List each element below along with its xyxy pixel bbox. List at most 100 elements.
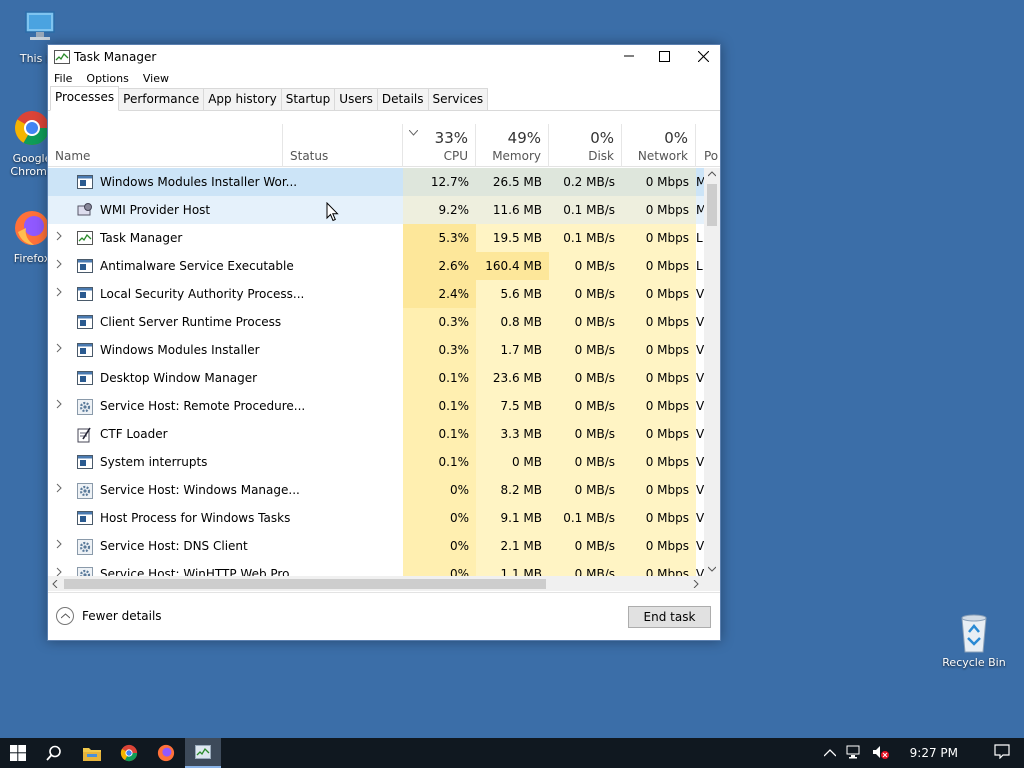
vertical-scroll-thumb[interactable] [707,184,717,226]
disk-total: 0% [590,129,614,147]
minimize-button[interactable] [610,45,648,67]
taskbar: 9:27 PM [0,738,1024,768]
table-row[interactable]: Local Security Authority Process... 2.4% 5… [48,280,704,308]
process-table: Name Status 33% CPU 49% Memory 0% Disk 0… [48,124,720,591]
end-task-button[interactable]: End task [628,606,711,628]
network-total: 0% [664,129,688,147]
table-row[interactable]: Service Host: Remote Procedure... 0.1% 7.5… [48,392,704,420]
expand-chevron-icon[interactable] [56,483,66,495]
menu-options[interactable]: Options [86,72,128,85]
ctf-loader-icon [77,427,93,443]
column-header-network[interactable]: 0% Network [622,124,696,167]
tab-app-history[interactable]: App history [203,88,282,110]
volume-button[interactable] [872,745,890,762]
table-row[interactable]: Client Server Runtime Process 0.3% 0.8 MB 0… [48,308,704,336]
table-row[interactable]: Windows Modules Installer Wor... 12.7% 26.… [48,168,704,196]
action-center-button[interactable] [994,744,1010,762]
process-name: CTF Loader [100,427,168,441]
vertical-scrollbar[interactable] [704,168,720,576]
network-value: 0 Mbps [622,364,696,392]
tab-startup[interactable]: Startup [280,88,336,110]
column-label: Disk [588,149,614,163]
taskbar-file-explorer[interactable] [74,738,110,768]
firefox-icon [12,208,52,248]
power-usage-value: V [696,287,704,301]
table-row[interactable]: System interrupts 0.1% 0 MB 0 MB/s 0 Mbps V [48,448,704,476]
column-header-cpu[interactable]: 33% CPU [403,124,476,167]
title-bar[interactable]: Task Manager [48,45,720,69]
desktop-icon-recycle-bin[interactable]: Recycle Bin [938,612,1010,669]
column-header-memory[interactable]: 49% Memory [476,124,549,167]
chevron-up-icon [56,607,74,625]
scroll-left-icon [52,580,58,588]
network-value: 0 Mbps [622,420,696,448]
tab-users[interactable]: Users [334,88,378,110]
menu-file[interactable]: File [54,72,72,85]
taskbar-chrome[interactable] [111,738,147,768]
table-row[interactable]: Windows Modules Installer 0.3% 1.7 MB 0 MB/… [48,336,704,364]
memory-value: 3.3 MB [476,420,549,448]
app-window-icon [77,511,93,525]
tab-details[interactable]: Details [376,88,429,110]
table-row[interactable]: Service Host: DNS Client 0% 2.1 MB 0 MB/s 0 … [48,532,704,560]
column-header-power[interactable]: Po [696,124,720,167]
footer: Fewer details End task [48,592,720,640]
column-label: Status [290,149,329,163]
app-window-icon [77,315,93,329]
search-button[interactable] [36,738,72,768]
menu-view[interactable]: View [143,72,169,85]
expand-chevron-icon[interactable] [56,539,66,551]
column-label: Network [637,149,688,163]
tab-bar: Processes Performance App history Startu… [48,86,720,111]
expand-chevron-icon[interactable] [56,343,66,355]
power-usage-value: V [696,315,704,329]
column-header-status[interactable]: Status [283,124,403,167]
table-row[interactable]: Desktop Window Manager 0.1% 23.6 MB 0 MB/s 0… [48,364,704,392]
power-usage-value: M [696,175,704,189]
process-name: Local Security Authority Process... [100,287,305,301]
expand-chevron-icon[interactable] [56,567,66,576]
wmi-host-icon [77,203,93,217]
close-button[interactable] [684,45,722,67]
tab-performance[interactable]: Performance [118,88,205,110]
table-row[interactable]: Service Host: WinHTTP Web Pro... 0% 1.1 MB… [48,560,704,576]
scroll-down-icon [708,566,716,572]
horizontal-scroll-thumb[interactable] [64,579,546,589]
network-value: 0 Mbps [622,504,696,532]
taskbar-firefox[interactable] [148,738,184,768]
process-name: Host Process for Windows Tasks [100,511,291,525]
table-row[interactable]: Service Host: Windows Manage... 0% 8.2 MB 0… [48,476,704,504]
memory-value: 0.8 MB [476,308,549,336]
expand-chevron-icon[interactable] [56,259,66,271]
tab-processes[interactable]: Processes [50,86,120,111]
clock[interactable]: 9:27 PM [910,746,958,760]
column-header-name[interactable]: Name [48,124,283,167]
process-rows: Windows Modules Installer Wor... 12.7% 26.… [48,168,704,576]
task-manager-icon [54,50,70,64]
memory-value: 160.4 MB [476,252,549,280]
network-value: 0 Mbps [622,336,696,364]
app-window-icon [77,259,93,273]
start-button[interactable] [0,738,36,768]
tab-services[interactable]: Services [427,88,489,110]
table-row[interactable]: CTF Loader 0.1% 3.3 MB 0 MB/s 0 Mbps V [48,420,704,448]
cpu-value: 0.1% [403,364,476,392]
expand-chevron-icon[interactable] [56,287,66,299]
disk-value: 0 MB/s [549,280,622,308]
network-button[interactable] [846,745,862,762]
table-row[interactable]: Antimalware Service Executable 2.6% 160.4 … [48,252,704,280]
taskbar-task-manager[interactable] [185,738,221,768]
disk-value: 0 MB/s [549,448,622,476]
show-hidden-icons-button[interactable] [823,746,837,760]
maximize-button[interactable] [645,45,683,67]
table-row[interactable]: Host Process for Windows Tasks 0% 9.1 MB 0.… [48,504,704,532]
expand-chevron-icon[interactable] [56,231,66,243]
column-header-disk[interactable]: 0% Disk [549,124,622,167]
table-row[interactable]: Task Manager 5.3% 19.5 MB 0.1 MB/s 0 Mbps L [48,224,704,252]
disk-value: 0 MB/s [549,560,622,576]
fewer-details-button[interactable]: Fewer details [56,607,162,625]
horizontal-scrollbar[interactable] [48,576,704,591]
table-row[interactable]: WMI Provider Host 9.2% 11.6 MB 0.1 MB/s 0 Mb… [48,196,704,224]
expand-chevron-icon[interactable] [56,399,66,411]
cpu-value: 0% [403,532,476,560]
